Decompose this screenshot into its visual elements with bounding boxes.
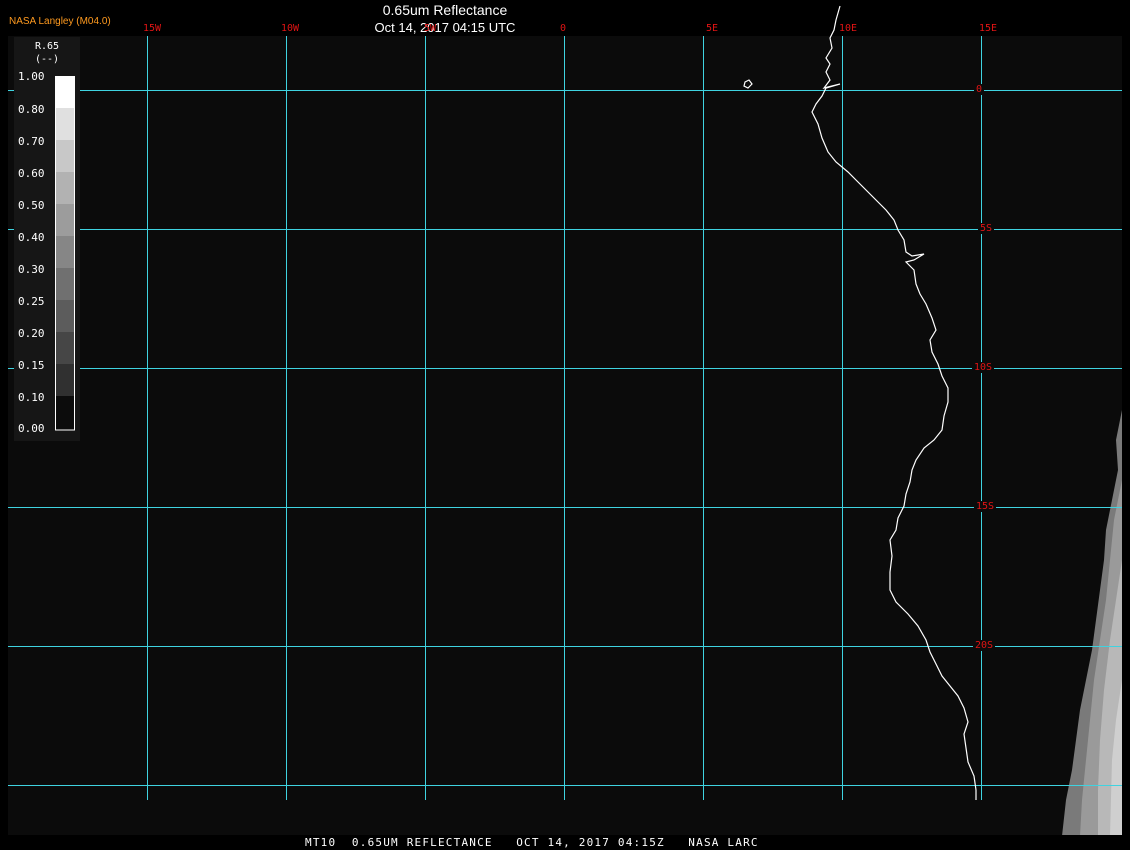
lat-label-10s: 10S (972, 362, 995, 373)
legend-tick: 0.60 (18, 167, 45, 180)
legend-tick: 0.00 (18, 422, 45, 435)
lon-label-5e: 5E (705, 23, 719, 34)
footer-caption: MT10 0.65UM REFLECTANCE OCT 14, 2017 04:… (305, 836, 759, 849)
legend-tick: 0.15 (18, 359, 45, 372)
lon-label-0: 0 (559, 23, 567, 34)
legend-tick: 0.40 (18, 231, 45, 244)
legend-tick: 0.30 (18, 263, 45, 276)
lat-label-0: 0 (974, 84, 985, 95)
legend-tick: 0.25 (18, 295, 45, 308)
legend-tick: 0.20 (18, 327, 45, 340)
legend-tick: 0.50 (18, 199, 45, 212)
legend-tick: 1.00 (18, 70, 45, 83)
lon-label-10w: 10W (280, 23, 300, 34)
image-timestamp: Oct 14, 2017 04:15 UTC (374, 20, 516, 35)
lon-label-5w: 5W (423, 23, 437, 34)
lon-label-15w: 15W (142, 23, 162, 34)
legend-tick: 0.80 (18, 103, 45, 116)
legend-tick: 0.70 (18, 135, 45, 148)
legend-gradient-bar (55, 76, 75, 431)
lat-label-15s: 15S (974, 501, 997, 512)
lat-label-20s: 20S (973, 640, 996, 651)
legend-title: R.65 (34, 41, 60, 52)
lon-label-15e: 15E (978, 23, 998, 34)
lon-label-10e: 10E (838, 23, 858, 34)
legend-units: (--) (34, 54, 60, 65)
color-scale-legend: R.65 (--) 1.00 0.80 0.70 0.60 0.50 0.40 … (14, 37, 80, 441)
satellite-map (0, 0, 1130, 850)
legend-tick: 0.10 (18, 391, 45, 404)
lat-label-5s: 5S (978, 223, 995, 234)
image-title: 0.65um Reflectance (382, 2, 508, 18)
